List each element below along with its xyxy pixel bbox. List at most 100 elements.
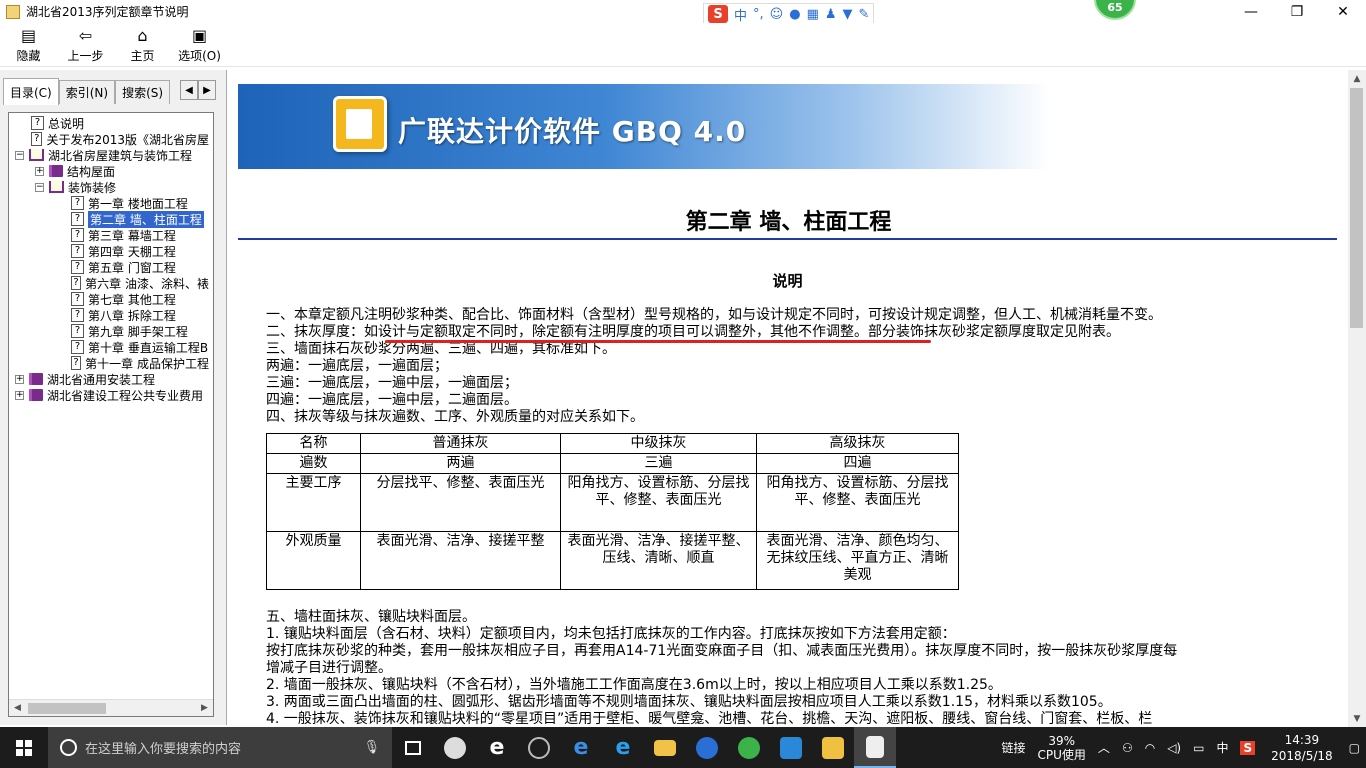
clock[interactable]: 14:39 2018/5/18 (1261, 732, 1343, 764)
sogou-tray-icon[interactable]: S (1234, 740, 1261, 755)
tray-link[interactable]: 链接 (996, 739, 1032, 756)
tree-item[interactable]: ? 第八章 拆除工程 (13, 307, 209, 323)
spiral-app-icon[interactable] (518, 727, 560, 768)
close-button[interactable]: ✕ (1320, 0, 1366, 23)
help-page-icon: ? (71, 196, 84, 210)
tree-item[interactable]: ? 第一章 楼地面工程 (13, 195, 209, 211)
collapse-icon[interactable]: − (35, 182, 44, 192)
scroll-thumb[interactable] (1350, 88, 1363, 328)
ime-toolbar[interactable]: S 中 °, ☺ ● ▦ ♟ ▼ ✎ (703, 3, 875, 25)
minimize-button[interactable]: — (1228, 0, 1274, 23)
options-button[interactable]: ▣ 选项(O) (171, 23, 228, 67)
tree-hscroll[interactable]: ◀ ▶ (9, 699, 213, 716)
windows-icon (16, 739, 32, 756)
ime-punct[interactable]: °, (753, 7, 764, 22)
tree-item[interactable]: + 结构屋面 (13, 163, 209, 179)
tree-item-label: 第四章 天棚工程 (88, 244, 176, 259)
file-explorer-icon[interactable] (644, 727, 686, 768)
tab-contents[interactable]: 目录(C) (3, 78, 59, 105)
table-cell: 普通抹灰 (360, 433, 561, 454)
tree-list: ? 总说明? 关于发布2013版《湖北省房屋 − 湖北省房屋建筑与装饰工程 + 结构屋面 − 装… (13, 115, 209, 403)
expand-icon[interactable]: + (35, 166, 44, 176)
wifi-icon[interactable]: ◠ (1139, 741, 1161, 755)
keyboard-icon[interactable]: ▦ (807, 7, 819, 22)
para-4: 两遍：一遍底层，一遍面层； (266, 358, 448, 374)
ie-blue-icon[interactable]: e (602, 727, 644, 768)
tree-item[interactable]: ? 总说明 (13, 115, 209, 131)
closed-book-icon (29, 373, 43, 385)
scroll-up-icon[interactable]: ▲ (1348, 70, 1366, 87)
tab-index[interactable]: 索引(N) (58, 80, 116, 104)
pinwheel-app-icon[interactable] (434, 727, 476, 768)
task-view-icon[interactable] (392, 727, 434, 768)
tree-item[interactable]: − 装饰装修 (13, 179, 209, 195)
tree-item[interactable]: − 湖北省房屋建筑与装饰工程 (13, 147, 209, 163)
tree-item-label: 装饰装修 (68, 180, 117, 195)
closed-book-icon (49, 165, 63, 177)
ime-lang[interactable]: 中 (734, 5, 747, 24)
scroll-down-icon[interactable]: ▼ (1348, 710, 1366, 727)
tree-item-label: 湖北省房屋建筑与装饰工程 (48, 148, 193, 163)
tree-item[interactable]: ? 第四章 天棚工程 (13, 243, 209, 259)
help-viewer-icon[interactable] (854, 727, 896, 768)
glodon-icon[interactable] (686, 727, 728, 768)
tool-app-icon[interactable] (770, 727, 812, 768)
emoji-icon[interactable]: ☺ (770, 7, 784, 22)
back-button[interactable]: ⇦ 上一步 (57, 23, 114, 67)
para-5: 三遍：一遍底层，一遍中层，一遍面层； (266, 375, 518, 391)
tree-item[interactable]: + 湖北省通用安装工程 (13, 371, 209, 387)
edge-icon[interactable]: e (560, 727, 602, 768)
tree-item[interactable]: ? 第三章 幕墙工程 (13, 227, 209, 243)
table-cell: 表面光滑、洁净、接搓平整、压线、清晰、顺直 (560, 531, 757, 590)
mic-icon[interactable]: ● (789, 7, 800, 22)
hide-icon: ▤ (20, 26, 37, 45)
hide-button[interactable]: ▤ 隐藏 (0, 23, 57, 67)
tree-item[interactable]: ? 关于发布2013版《湖北省房屋 (13, 131, 209, 147)
tab-scroll-right-icon[interactable]: ▶ (198, 80, 216, 100)
system-tray: 链接 39% CPU使用 ︿ ⚇ ◠ ◁) ▭ 中 S 14:39 2018/5… (996, 727, 1366, 768)
tray-expand-icon[interactable]: ︿ (1092, 739, 1116, 756)
document-vscroll[interactable]: ▲ ▼ (1348, 70, 1366, 727)
expand-icon[interactable]: + (15, 374, 24, 384)
tree-item[interactable]: ? 第九章 脚手架工程 (13, 323, 209, 339)
maximize-button[interactable]: ❐ (1274, 0, 1320, 23)
volume-icon[interactable]: ◁) (1161, 741, 1187, 755)
green-app-icon[interactable] (728, 727, 770, 768)
ie-icon[interactable]: e (476, 727, 518, 768)
skin-icon[interactable]: ▼ (843, 7, 853, 22)
sogou-icon[interactable]: S (708, 5, 728, 23)
tree-item-label: 总说明 (48, 116, 85, 131)
scroll-left-icon[interactable]: ◀ (9, 700, 26, 717)
mic-icon[interactable]: 🎙 (363, 740, 380, 755)
home-button[interactable]: ⌂ 主页 (114, 23, 171, 67)
user-icon[interactable]: ♟ (825, 7, 837, 22)
para-14: 4. 一般抹灰、装饰抹灰和镶贴块料的“零星项目”适用于壁柜、暖气壁龛、池槽、花台… (266, 711, 1153, 727)
tree-item[interactable]: ? 第二章 墙、柱面工程 (13, 210, 209, 228)
start-button[interactable] (0, 727, 48, 768)
tree-item[interactable]: ? 第七章 其他工程 (13, 291, 209, 307)
taskbar-search[interactable]: 在这里输入你要搜索的内容 🎙 (48, 727, 392, 768)
ime-lang[interactable]: 中 (1210, 739, 1234, 756)
people-icon[interactable]: ⚇ (1116, 741, 1139, 755)
tree-item[interactable]: ? 第十一章 成品保护工程 (13, 355, 209, 371)
expand-icon[interactable]: + (15, 390, 24, 400)
tree-item[interactable]: ? 第十章 垂直运输工程B (13, 339, 209, 355)
table-row: 遍数 两遍 三遍 四遍 (266, 453, 959, 474)
scroll-thumb[interactable] (28, 702, 106, 714)
tree-item[interactable]: ? 第六章 油漆、涂料、裱 (13, 275, 209, 291)
collapse-icon[interactable]: − (15, 150, 24, 160)
notifications-icon[interactable]: ▢ (1343, 741, 1366, 755)
document-view: 广联达计价软件 GBQ 4.0 第二章 墙、柱面工程 说明 一、本章定额凡注明砂… (229, 70, 1348, 727)
plaster-grade-table: 名称 普通抹灰 中级抹灰 高级抹灰 遍数 两遍 三遍 四遍 主要工序 分层找平、… (266, 433, 959, 590)
notepad-app-icon[interactable] (812, 727, 854, 768)
tree-item[interactable]: + 湖北省建设工程公共专业费用 (13, 387, 209, 403)
wrench-icon[interactable]: ✎ (859, 7, 870, 22)
keyboard-icon[interactable]: ▭ (1187, 741, 1210, 755)
scroll-right-icon[interactable]: ▶ (196, 700, 213, 717)
help-page-icon: ? (31, 116, 44, 130)
tree-item[interactable]: ? 第五章 门窗工程 (13, 259, 209, 275)
cpu-monitor[interactable]: 39% CPU使用 (1032, 734, 1092, 762)
tab-search[interactable]: 搜索(S) (115, 80, 171, 104)
para-10: 按打底抹灰砂浆的种类，套用一般抹灰相应子目，再套用A14-71光面变麻面子目（扣… (266, 643, 1178, 659)
tab-scroll-left-icon[interactable]: ◀ (180, 80, 198, 100)
